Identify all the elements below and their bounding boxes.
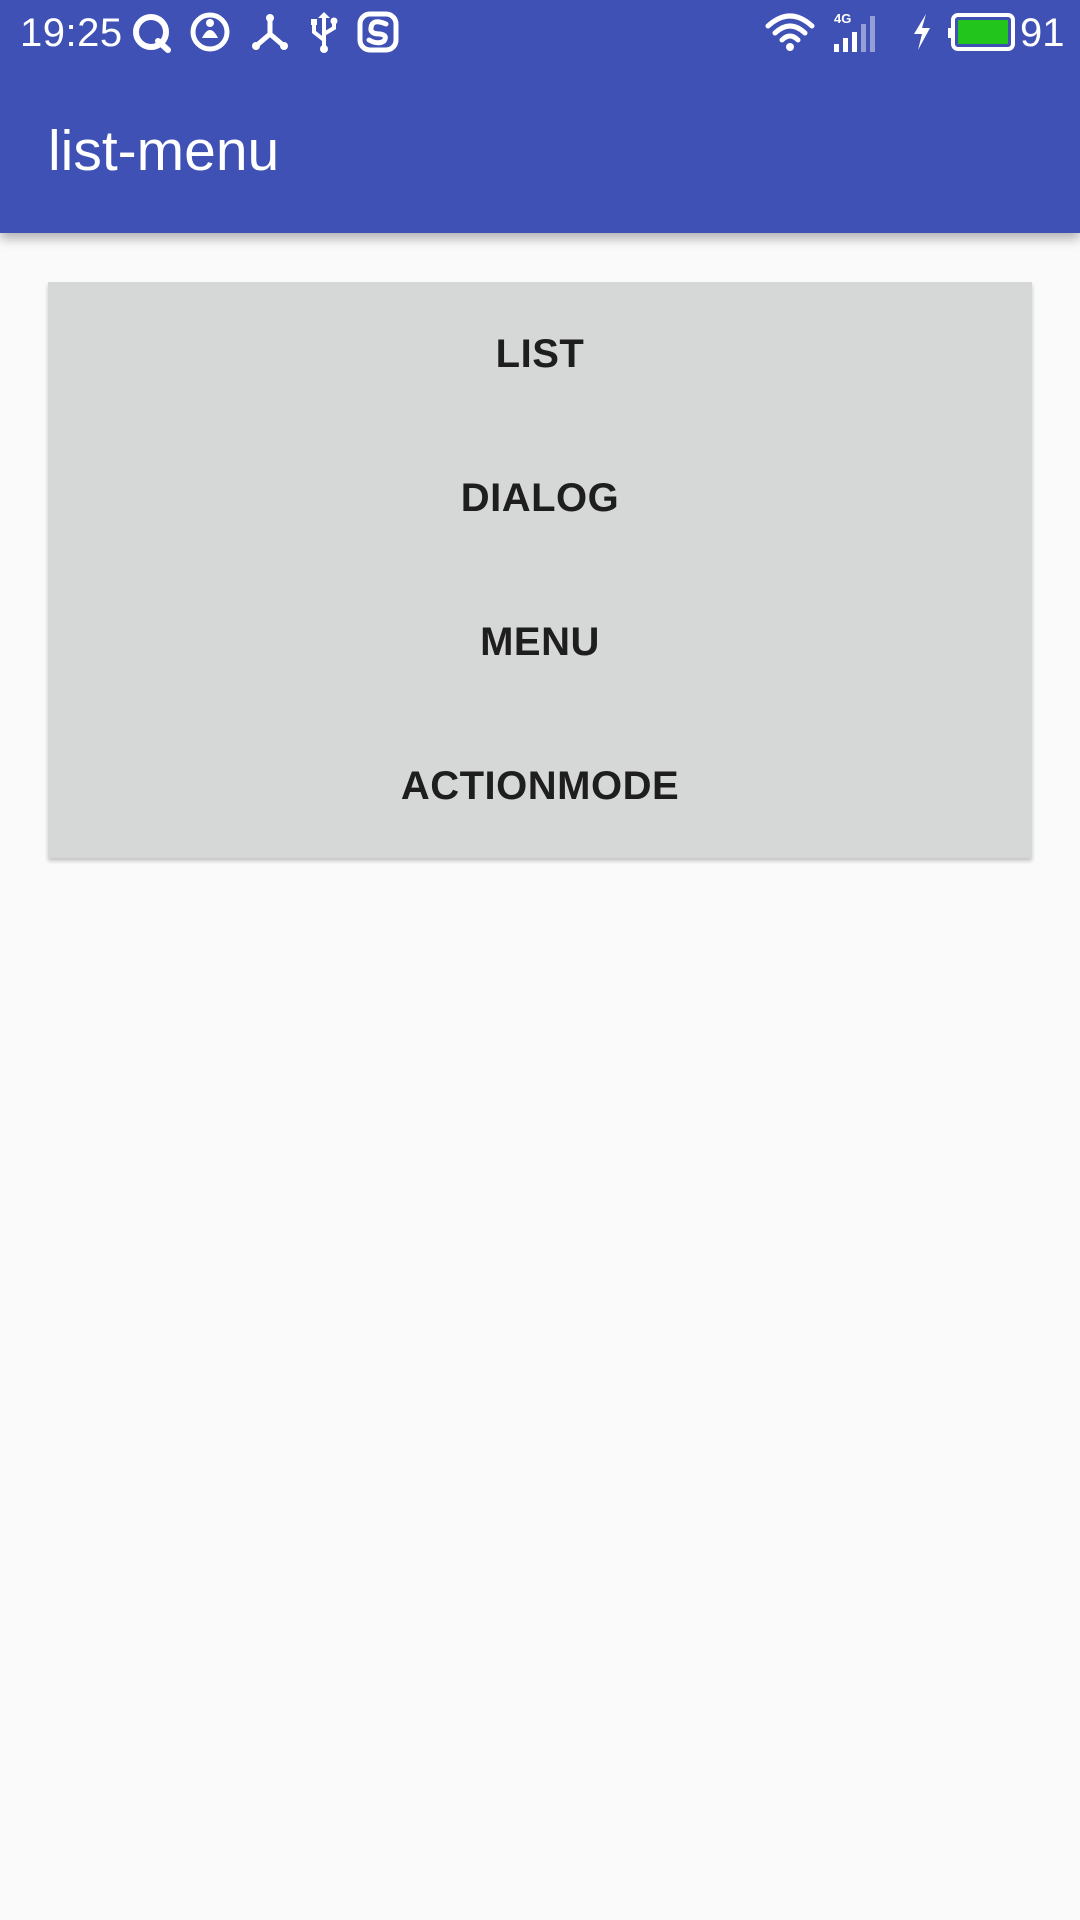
signal-4g-icon: 4G [832,10,892,54]
button-panel: LIST DIALOG MENU ACTIONMODE [48,282,1032,858]
actionmode-button[interactable]: ACTIONMODE [48,714,1032,858]
battery-level: 91 [1020,11,1065,55]
share-icon [248,10,292,54]
qq-icon [130,10,174,54]
svg-text:4G: 4G [834,11,851,26]
sogou-icon [356,10,400,54]
app-title: list-menu [48,119,280,183]
wifi-icon [764,10,816,54]
status-bar: 19:25 4G 91 [0,0,1080,66]
app-header: 19:25 4G 91 list-menu [0,0,1080,233]
music-icon [188,10,232,54]
charging-icon [906,10,938,54]
list-button[interactable]: LIST [48,282,1032,426]
usb-icon [302,10,346,54]
status-time: 19:25 [20,11,123,55]
dialog-button[interactable]: DIALOG [48,426,1032,570]
battery-icon [946,10,1016,54]
menu-button[interactable]: MENU [48,570,1032,714]
